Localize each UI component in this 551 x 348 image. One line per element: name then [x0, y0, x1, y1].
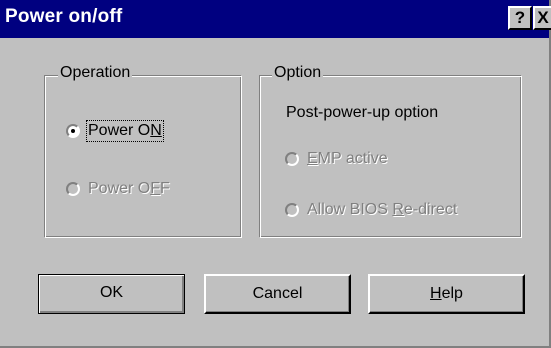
operation-group: Operation [44, 64, 242, 238]
ok-button[interactable]: OK [38, 274, 185, 314]
operation-group-legend: Operation [58, 64, 133, 82]
close-icon: X [537, 8, 549, 27]
window-title: Power on/off [5, 6, 123, 27]
radio-unselected-icon [66, 182, 80, 196]
allow-bios-redirect-label: Allow BIOS Re-direct [307, 201, 458, 218]
radio-unselected-icon [285, 203, 299, 217]
option-group-legend: Option [272, 64, 324, 82]
power-on-label: Power ON [86, 120, 164, 142]
power-on-off-dialog: Power on/off ? X Operation Power ON Powe… [0, 0, 551, 348]
emp-active-label: EMP active [307, 150, 388, 167]
title-bar[interactable]: Power on/off ? X [0, 0, 551, 38]
post-power-up-option-label: Post-power-up option [286, 104, 439, 121]
radio-selected-icon [66, 124, 80, 138]
close-title-button[interactable]: X [533, 6, 551, 30]
power-off-label: Power OFF [88, 180, 170, 197]
radio-unselected-icon [285, 152, 299, 166]
radio-dot-icon [71, 129, 75, 133]
cancel-button[interactable]: Cancel [204, 274, 351, 314]
question-mark-icon: ? [514, 8, 526, 27]
help-button[interactable]: Help [368, 274, 525, 314]
help-title-button[interactable]: ? [508, 6, 532, 30]
